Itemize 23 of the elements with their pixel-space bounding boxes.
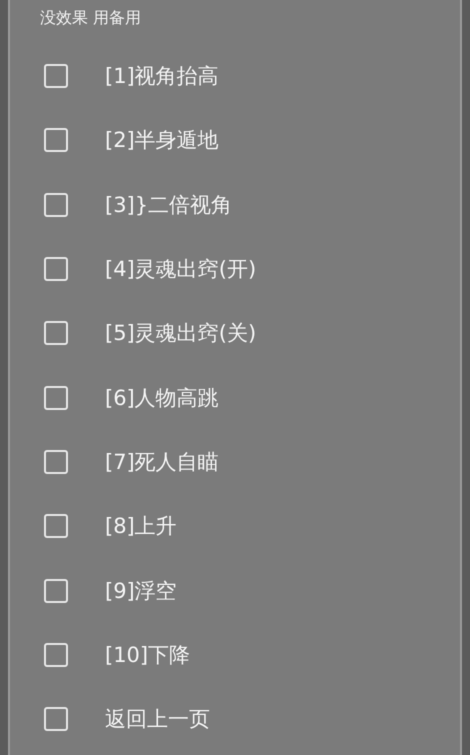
dialog-title: 没效果 用备用 [40,7,142,29]
checkbox[interactable] [44,642,68,667]
checkbox[interactable] [44,192,68,217]
option-label[interactable]: [2]半身遁地 [105,126,219,154]
option-label[interactable]: [5]灵魂出窍(关) [105,319,256,348]
option-label[interactable]: [9]浮空 [105,576,177,605]
option-label[interactable]: 返回上一页 [105,705,210,734]
checkbox[interactable] [44,128,68,152]
checkbox[interactable] [44,514,68,538]
checkbox[interactable] [44,450,68,474]
checkbox[interactable] [44,386,68,410]
option-label[interactable]: [6]人物高跳 [105,384,219,412]
option-label[interactable]: [4]灵魂出窍(开) [105,255,256,284]
checkbox[interactable] [44,321,68,346]
option-label[interactable]: [7]死人自瞄 [105,448,219,476]
option-label[interactable]: [1]视角抬高 [105,62,219,90]
checkbox[interactable] [44,707,68,732]
checkbox[interactable] [44,257,68,282]
option-label[interactable]: [3]}二倍视角 [105,190,232,219]
checkbox[interactable] [44,64,68,88]
option-label[interactable]: [8]上升 [105,512,177,540]
checkbox[interactable] [44,578,68,603]
option-label[interactable]: [10]下降 [105,640,190,669]
